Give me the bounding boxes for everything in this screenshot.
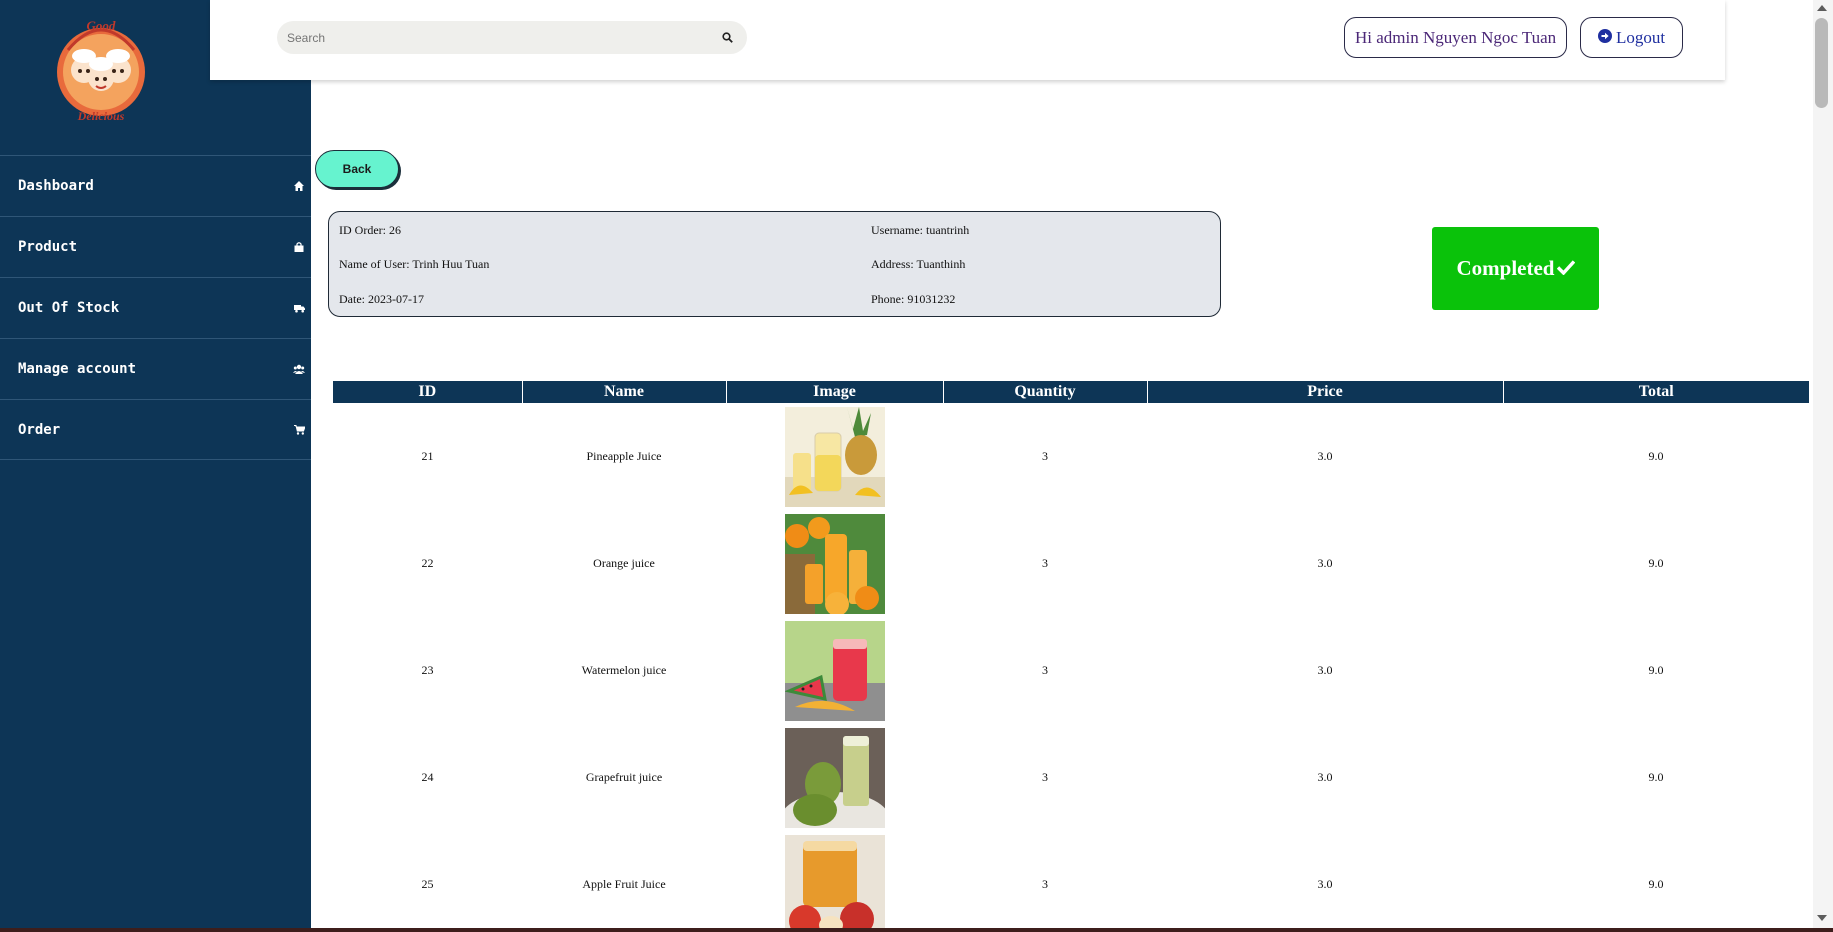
cart-icon	[292, 423, 306, 437]
watermelon-juice-image	[784, 620, 885, 721]
sidebar-item-order[interactable]: Order	[0, 399, 311, 460]
orange-juice-image	[784, 513, 885, 614]
sidebar-item-out-of-stock[interactable]: Out Of Stock	[0, 277, 311, 338]
table-row: 24 Grapefruit juice 3 3.0 9.0	[333, 724, 1809, 831]
cell-id: 22	[421, 556, 434, 570]
sidebar-item-label: Out Of Stock	[18, 300, 120, 316]
cell-total: 9.0	[1648, 663, 1664, 677]
order-username: Username: tuantrinh	[871, 223, 970, 237]
table-header-row: ID Name Image Quantity Price Total	[333, 381, 1809, 403]
table-row: 25 Apple Fruit Juice 3 3.0 9.0	[333, 831, 1809, 932]
greeting-button[interactable]: Hi admin Nguyen Ngoc Tuan	[1344, 17, 1568, 58]
scrollbar-thumb[interactable]	[1815, 18, 1828, 108]
table-row: 23 Watermelon juice 3 3.0 9.0	[333, 617, 1809, 724]
cell-price: 3.0	[1317, 556, 1333, 570]
sidebar-item-label: Dashboard	[18, 178, 94, 194]
sidebar: Good Delicious Dashboard Product Out Of …	[0, 0, 311, 928]
cell-quantity: 3	[1042, 877, 1048, 891]
order-user-name: Name of User: Trinh Huu Tuan	[339, 257, 490, 271]
cell-name: Grapefruit juice	[585, 770, 663, 784]
sidebar-item-dashboard[interactable]: Dashboard	[0, 155, 311, 216]
scroll-down-arrow-icon[interactable]	[1817, 915, 1827, 921]
scroll-up-arrow-icon[interactable]	[1817, 5, 1827, 11]
search-icon[interactable]	[719, 30, 735, 46]
search-input[interactable]	[287, 30, 719, 45]
grapefruit-juice-image	[784, 727, 885, 828]
sidebar-item-label: Order	[18, 421, 61, 438]
table-row: 22 Orange juice 3 3.0 9.0	[333, 510, 1809, 617]
cell-quantity: 3	[1042, 663, 1048, 677]
cell-id: 24	[421, 770, 434, 784]
cell-id: 23	[421, 663, 434, 677]
sidebar-nav: Dashboard Product Out Of Stock Manage ac…	[0, 155, 311, 460]
column-header-total: Total	[1503, 381, 1809, 403]
bag-icon	[292, 240, 306, 254]
column-header-name: Name	[522, 381, 727, 403]
bottom-edge	[0, 928, 1833, 932]
sidebar-item-product[interactable]: Product	[0, 216, 311, 277]
cell-quantity: 3	[1042, 556, 1048, 570]
cell-price: 3.0	[1317, 770, 1333, 784]
cell-name: Apple Fruit Juice	[582, 877, 666, 891]
svg-text:Good: Good	[87, 18, 116, 33]
brand-logo[interactable]: Good Delicious	[48, 16, 154, 123]
status-badge: Completed	[1432, 227, 1599, 310]
check-icon	[1556, 256, 1575, 281]
logout-button[interactable]: Logout	[1580, 17, 1683, 58]
sidebar-item-label: Manage account	[18, 361, 137, 377]
column-header-image: Image	[726, 381, 944, 403]
logout-icon	[1597, 28, 1612, 48]
cell-name: Pineapple Juice	[586, 449, 662, 463]
cell-name: Orange juice	[593, 556, 655, 570]
cell-price: 3.0	[1317, 449, 1333, 463]
page-scrollbar[interactable]	[1813, 0, 1833, 932]
top-bar: Hi admin Nguyen Ngoc Tuan Logout	[210, 0, 1725, 80]
cell-quantity: 3	[1042, 770, 1048, 784]
logout-label: Logout	[1615, 27, 1666, 47]
cell-price: 3.0	[1317, 877, 1333, 891]
cell-total: 9.0	[1648, 877, 1664, 891]
svg-text:Delicious: Delicious	[77, 109, 125, 122]
order-info-card: ID Order: 26 Name of User: Trinh Huu Tua…	[328, 211, 1221, 317]
users-icon	[292, 362, 306, 376]
back-button[interactable]: Back	[315, 150, 399, 188]
status-label: Completed	[1456, 256, 1555, 280]
pineapple-juice-image	[784, 406, 885, 507]
order-date: Date: 2023-07-17	[339, 292, 424, 306]
cell-name: Watermelon juice	[581, 663, 667, 677]
sidebar-item-manage-account[interactable]: Manage account	[0, 338, 311, 399]
home-icon	[292, 179, 306, 193]
truck-icon	[292, 301, 306, 315]
cell-total: 9.0	[1648, 770, 1664, 784]
cell-id: 25	[421, 877, 434, 891]
column-header-id: ID	[333, 381, 523, 403]
search-bar	[277, 21, 747, 54]
column-header-price: Price	[1147, 381, 1504, 403]
order-phone: Phone: 91031232	[871, 292, 956, 306]
app-root: Good Delicious Dashboard Product Out Of …	[0, 0, 1833, 932]
sidebar-item-label: Product	[18, 239, 78, 255]
cell-total: 9.0	[1648, 556, 1664, 570]
order-id: ID Order: 26	[339, 223, 401, 237]
column-header-quantity: Quantity	[943, 381, 1148, 403]
cell-total: 9.0	[1648, 449, 1664, 463]
cell-quantity: 3	[1042, 449, 1048, 463]
order-items-table: ID Name Image Quantity Price Total 21 Pi…	[333, 381, 1809, 932]
table-row: 21 Pineapple Juice 3 3.0 9.0	[333, 403, 1809, 510]
cell-price: 3.0	[1317, 663, 1333, 677]
order-address: Address: Tuanthinh	[871, 257, 966, 271]
cell-id: 21	[421, 449, 434, 463]
apple-juice-image	[784, 834, 885, 932]
